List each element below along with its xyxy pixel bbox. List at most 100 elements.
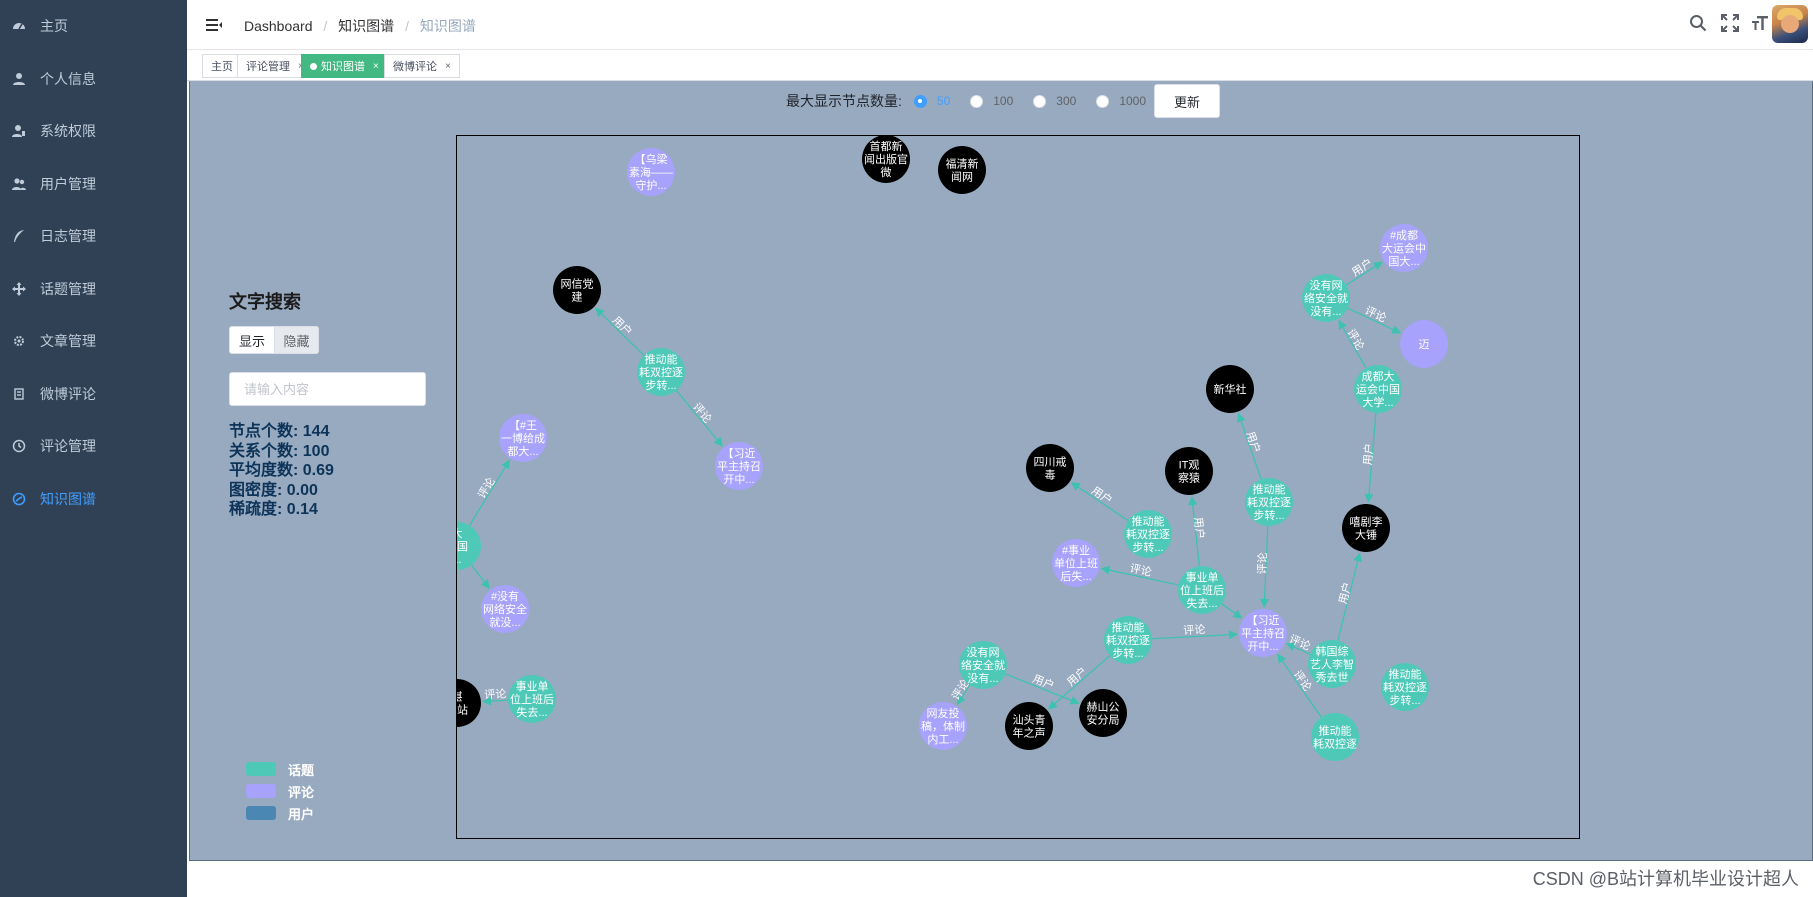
graph-node-user[interactable]: 福清新闻网 (938, 146, 986, 194)
graph-node-comment[interactable]: 网友投稿，体制内工... (919, 702, 967, 750)
graph-node-comment[interactable]: #成都大运会中国大... (1380, 224, 1428, 272)
node-label: ... (457, 554, 462, 566)
node-label: 一博给成 (501, 432, 545, 445)
graph-node-topic[interactable]: 推动能耗双控逐步转... (1245, 478, 1293, 526)
show-button[interactable]: 显示 (230, 327, 274, 353)
radio-option-1000[interactable]: 1000 (1096, 94, 1146, 108)
node-label: 失去... (1186, 597, 1217, 610)
graph-node-topic[interactable]: 大中国... (457, 522, 481, 570)
radio-option-50[interactable]: 50 (913, 94, 950, 108)
node-count: 节点个数: 144 (229, 423, 330, 440)
node-limit-label: 最大显示节点数量: (786, 93, 902, 109)
avatar[interactable] (1772, 5, 1808, 43)
tab-0[interactable]: 主页 (202, 54, 242, 78)
node-label: 耗双控逐 (639, 365, 683, 379)
sidebar-item-6[interactable]: 文章管理 (0, 315, 187, 368)
graph-node-comment[interactable]: #没有网络安全就没... (481, 585, 529, 633)
graph-node-user[interactable]: 首都新闻出版官微 (862, 136, 910, 183)
sidebar-item-2[interactable]: 系统权限 (0, 105, 187, 158)
sidebar-item-4[interactable]: 日志管理 (0, 210, 187, 263)
graph-node-topic[interactable]: 推动能耗双控逐步转... (1381, 663, 1429, 711)
graph-node-comment[interactable]: 【习近平主持召开中... (715, 442, 763, 490)
edge-label: 评论 (1287, 631, 1313, 653)
hamburger-icon[interactable] (205, 16, 223, 34)
graph-node-user[interactable]: IT观察猿 (1165, 447, 1213, 495)
node-label: 事业单 (516, 680, 549, 693)
graph-node-topic[interactable]: 推动能耗双控逐步转... (1124, 510, 1172, 558)
sidebar-item-8[interactable]: 评论管理 (0, 420, 187, 473)
node-limit-controls: 最大显示节点数量: 50 100 300 1000 更新 (786, 84, 1221, 118)
graph-node-user[interactable]: 嘻剧李大锤 (1342, 504, 1390, 552)
graph-node-topic[interactable]: 事业单位上班后失去... (508, 675, 556, 723)
node-label: 位上班后 (510, 692, 554, 706)
graph-node-topic[interactable]: 推动能耗双控逐步转... (1104, 616, 1152, 664)
sidebar-item-3[interactable]: 用户管理 (0, 158, 187, 211)
font-size-icon[interactable] (1749, 12, 1771, 34)
legend-label: 评论 (288, 784, 315, 800)
graph-node-topic[interactable]: 推动能耗双控逐 (1311, 713, 1359, 761)
sidebar-item-5[interactable]: 话题管理 (0, 263, 187, 316)
edge-label: 评论 (484, 686, 507, 701)
node-label: 耗双控逐 (1383, 680, 1427, 694)
search-icon[interactable] (1687, 12, 1709, 34)
graph-canvas[interactable]: 用户评论用户评论评论用户用户用户评论用户评论评论用户用户用户评论评论评论评论 评论… (457, 136, 1579, 838)
graph-node-topic[interactable]: 成都大运会中国大学... (1354, 365, 1402, 413)
graph-node-topic[interactable]: 没有网络安全就没有... (1302, 274, 1350, 322)
node-label: 网信党 (561, 278, 594, 291)
graph-node-user[interactable]: 网信党建 (553, 266, 601, 314)
close-icon[interactable]: × (445, 61, 451, 72)
graph-node-comment[interactable]: 【乌梁素海——守护... (627, 148, 675, 196)
legend-item[interactable]: 话题 (246, 758, 314, 780)
hide-button[interactable]: 隐藏 (274, 327, 318, 353)
sidebar-item-0[interactable]: 主页 (0, 0, 187, 53)
breadcrumb-dashboard[interactable]: Dashboard (244, 18, 313, 34)
update-button[interactable]: 更新 (1154, 84, 1221, 118)
sidebar-item-9[interactable]: 知识图谱 (0, 473, 187, 526)
graph-node-topic[interactable]: 事业单位上班后失去... (1178, 566, 1226, 614)
main-content: 最大显示节点数量: 50 100 300 1000 更新 文字搜索 显示 隐藏 节点个… (189, 81, 1813, 861)
tab-2[interactable]: 知识图谱 × (301, 54, 388, 78)
graph-node-topic[interactable]: 推动能耗双控逐步转... (637, 348, 685, 396)
graph-node-comment[interactable]: 【习近平主持召开中... (1239, 609, 1287, 657)
node-label: 艺人李智 (1310, 657, 1354, 671)
sidebar-item-1[interactable]: 个人信息 (0, 53, 187, 106)
graph-node-user[interactable]: 汕头青年之声 (1005, 702, 1053, 750)
radio-option-100[interactable]: 100 (970, 94, 1013, 108)
feather-icon (12, 229, 26, 243)
edge-label: 用户 (1064, 664, 1090, 689)
fullscreen-icon[interactable] (1719, 12, 1741, 34)
graph-node-topic[interactable]: 没有网络安全就没有... (959, 641, 1007, 689)
sidebar-item-7[interactable]: 微博评论 (0, 368, 187, 421)
close-icon[interactable]: × (373, 61, 379, 72)
show-hide-toggle: 显示 隐藏 (229, 326, 319, 354)
graph-legend: 话题评论用户 (246, 758, 314, 824)
breadcrumb-knowledge-graph[interactable]: 知识图谱 (338, 18, 394, 34)
graph-node-user[interactable]: 湛车站 (457, 679, 481, 727)
node-label: 都大... (507, 444, 538, 458)
node-label: 事业单 (1186, 571, 1219, 584)
radio-option-300[interactable]: 300 (1033, 94, 1076, 108)
graph-node-comment[interactable]: 迈 (1400, 320, 1448, 368)
graph-node-user[interactable]: 四川戒毒 (1026, 444, 1074, 492)
node-label: #成都 (1390, 229, 1418, 242)
node-label: 平主持召 (717, 459, 761, 473)
edge-label: 用户 (610, 313, 636, 338)
sidebar-item-label: 个人信息 (40, 70, 96, 87)
node-label: 【习近 (1247, 614, 1280, 627)
node-label: 络安全就 (1304, 291, 1348, 305)
node-label: 大学... (1362, 395, 1393, 409)
node-label: 福清新 (946, 157, 979, 171)
graph-node-topic[interactable]: 韩国综艺人李智秀去世 (1308, 640, 1356, 688)
graph-node-user[interactable]: 新华社 (1206, 365, 1254, 413)
radio-circle-icon (913, 94, 927, 108)
sidebar-item-label: 用户管理 (40, 175, 96, 192)
legend-label: 话题 (288, 762, 315, 778)
tab-3[interactable]: 微博评论 × (384, 54, 460, 78)
graph-node-comment[interactable]: #事业单位上班后失... (1052, 539, 1100, 587)
graph-node-user[interactable]: 赫山公安分局 (1079, 689, 1127, 737)
legend-item[interactable]: 用户 (246, 802, 314, 824)
search-input[interactable] (229, 372, 426, 406)
legend-item[interactable]: 评论 (246, 780, 314, 802)
knowledge-graph[interactable]: 用户 评论 用户 评论 评论 用户 用户 用户 评论 用户 评论 评论 用户 用户 用户 评论 评论 评论 评论 评论… (456, 135, 1580, 839)
graph-node-comment[interactable]: 【#王一博给成都大... (499, 414, 547, 462)
